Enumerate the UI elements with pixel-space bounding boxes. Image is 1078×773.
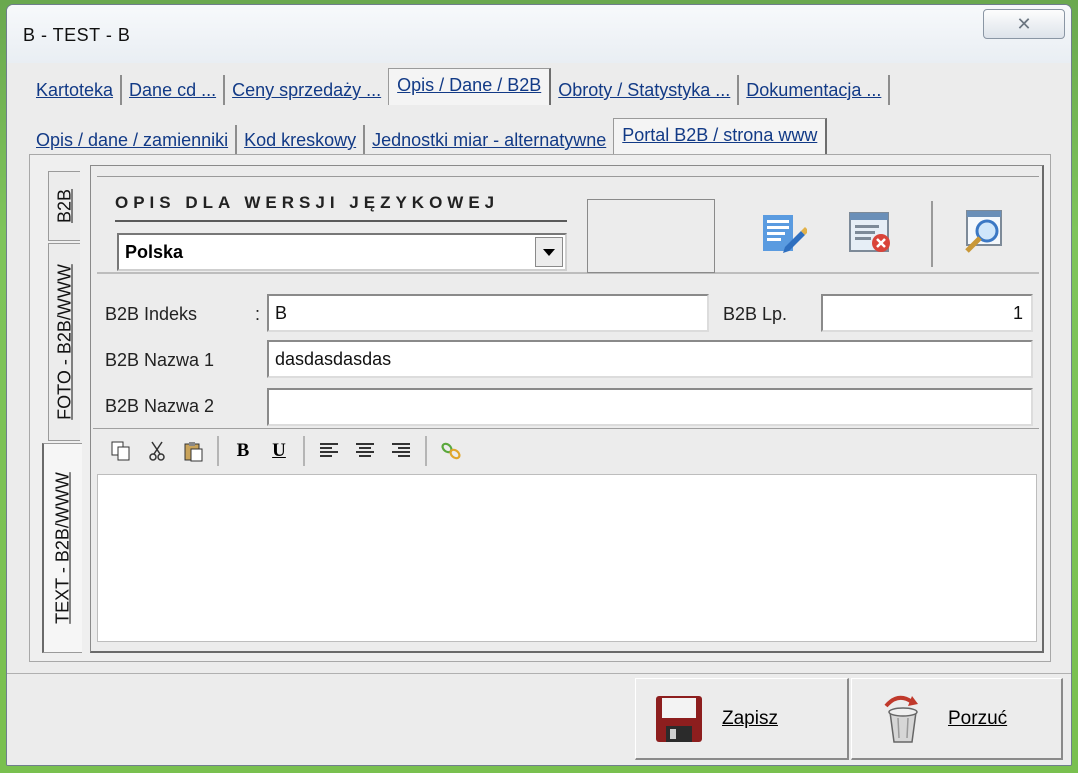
cut-icon[interactable] — [139, 435, 175, 467]
tab-portal-b2b[interactable]: Portal B2B / strona www — [613, 118, 828, 155]
language-select-value: Polska — [125, 242, 184, 262]
tab-kartoteka[interactable]: Kartoteka — [29, 75, 123, 105]
vtab-b2b[interactable]: B2B — [48, 171, 80, 241]
align-right-icon[interactable] — [383, 435, 419, 467]
main-window: B - TEST - B ✕ Kartoteka Dane cd ... Cen… — [6, 4, 1072, 766]
tab-opis-dane-zamienniki[interactable]: Opis / dane / zamienniki — [29, 125, 238, 155]
tab-dokumentacja[interactable]: Dokumentacja ... — [739, 75, 891, 105]
save-button[interactable]: Zapisz — [635, 678, 849, 760]
underline-button[interactable]: U — [261, 435, 297, 467]
language-section-title: OPIS DLA WERSJI JĘZYKOWEJ — [115, 193, 500, 212]
b2b-nazwa1-label: B2B Nazwa 1 — [105, 350, 215, 370]
b2b-indeks-field[interactable]: B — [267, 294, 709, 332]
b2b-lp-field[interactable]: 1 — [821, 294, 1033, 332]
tab-obroty-statystyka[interactable]: Obroty / Statystyka ... — [551, 75, 740, 105]
align-center-icon[interactable] — [347, 435, 383, 467]
close-button[interactable]: ✕ — [983, 9, 1065, 39]
b2b-nazwa2-field[interactable] — [267, 388, 1033, 426]
b2b-nazwa1-field[interactable]: dasdasdasdas — [267, 340, 1033, 378]
section-divider — [115, 220, 567, 222]
title-bar: B - TEST - B ✕ — [7, 5, 1071, 63]
sub-tab-strip: Opis / dane / zamienniki Kod kreskowy Je… — [29, 118, 828, 155]
bottom-action-bar: Zapisz Porzuć — [7, 673, 1071, 765]
link-icon[interactable] — [433, 435, 469, 467]
text-editor-toolbar: B U — [93, 428, 1039, 472]
bold-button[interactable]: B — [225, 435, 261, 467]
edit-document-icon[interactable] — [757, 207, 807, 257]
tab-opis-dane-b2b[interactable]: Opis / Dane / B2B — [388, 68, 552, 105]
tab-content-panel: B2B FOTO - B2B/WWW TEXT - B2B/WWW OPIS D… — [29, 154, 1051, 662]
b2b-nazwa2-label: B2B Nazwa 2 — [105, 396, 215, 416]
window-title: B - TEST - B — [23, 25, 131, 45]
flag-preview-box — [587, 199, 715, 273]
cancel-button-label: Porzuć — [948, 707, 1008, 729]
toolbar-separator — [303, 435, 305, 466]
b2b-indeks-label: B2B Indeks — [105, 304, 198, 324]
delete-document-icon[interactable] — [845, 207, 895, 257]
close-icon: ✕ — [1016, 13, 1032, 34]
b2b-text-panel: OPIS DLA WERSJI JĘZYKOWEJ Polska B2B Ind… — [90, 165, 1044, 653]
main-tab-strip: Kartoteka Dane cd ... Ceny sprzedaży ...… — [29, 68, 891, 105]
language-group: OPIS DLA WERSJI JĘZYKOWEJ Polska — [97, 176, 1039, 274]
tab-jednostki-miar[interactable]: Jednostki miar - alternatywne — [365, 125, 614, 155]
copy-icon[interactable] — [103, 435, 139, 467]
dropdown-arrow-icon[interactable] — [535, 237, 563, 267]
toolbar-separator — [217, 435, 219, 466]
language-select[interactable]: Polska — [117, 233, 567, 271]
vtab-text-b2b-www[interactable]: TEXT - B2B/WWW — [42, 443, 82, 653]
paste-icon[interactable] — [175, 435, 211, 467]
toolbar-separator — [425, 435, 427, 466]
preview-search-icon[interactable] — [959, 207, 1009, 257]
toolbar-separator — [931, 201, 933, 267]
b2b-indeks-colon: : — [255, 304, 261, 324]
tab-ceny-sprzedazy[interactable]: Ceny sprzedaży ... — [225, 75, 389, 105]
align-left-icon[interactable] — [311, 435, 347, 467]
vtab-foto-b2b-www[interactable]: FOTO - B2B/WWW — [48, 243, 80, 441]
b2b-lp-label: B2B Lp. — [723, 304, 788, 324]
tab-kod-kreskowy[interactable]: Kod kreskowy — [237, 125, 366, 155]
cancel-button[interactable]: Porzuć — [851, 678, 1063, 760]
trash-icon — [884, 695, 918, 743]
save-disk-icon — [656, 695, 702, 742]
tab-dane-cd[interactable]: Dane cd ... — [122, 75, 226, 105]
save-button-label: Zapisz — [722, 707, 778, 729]
rich-text-editor[interactable] — [97, 474, 1037, 642]
